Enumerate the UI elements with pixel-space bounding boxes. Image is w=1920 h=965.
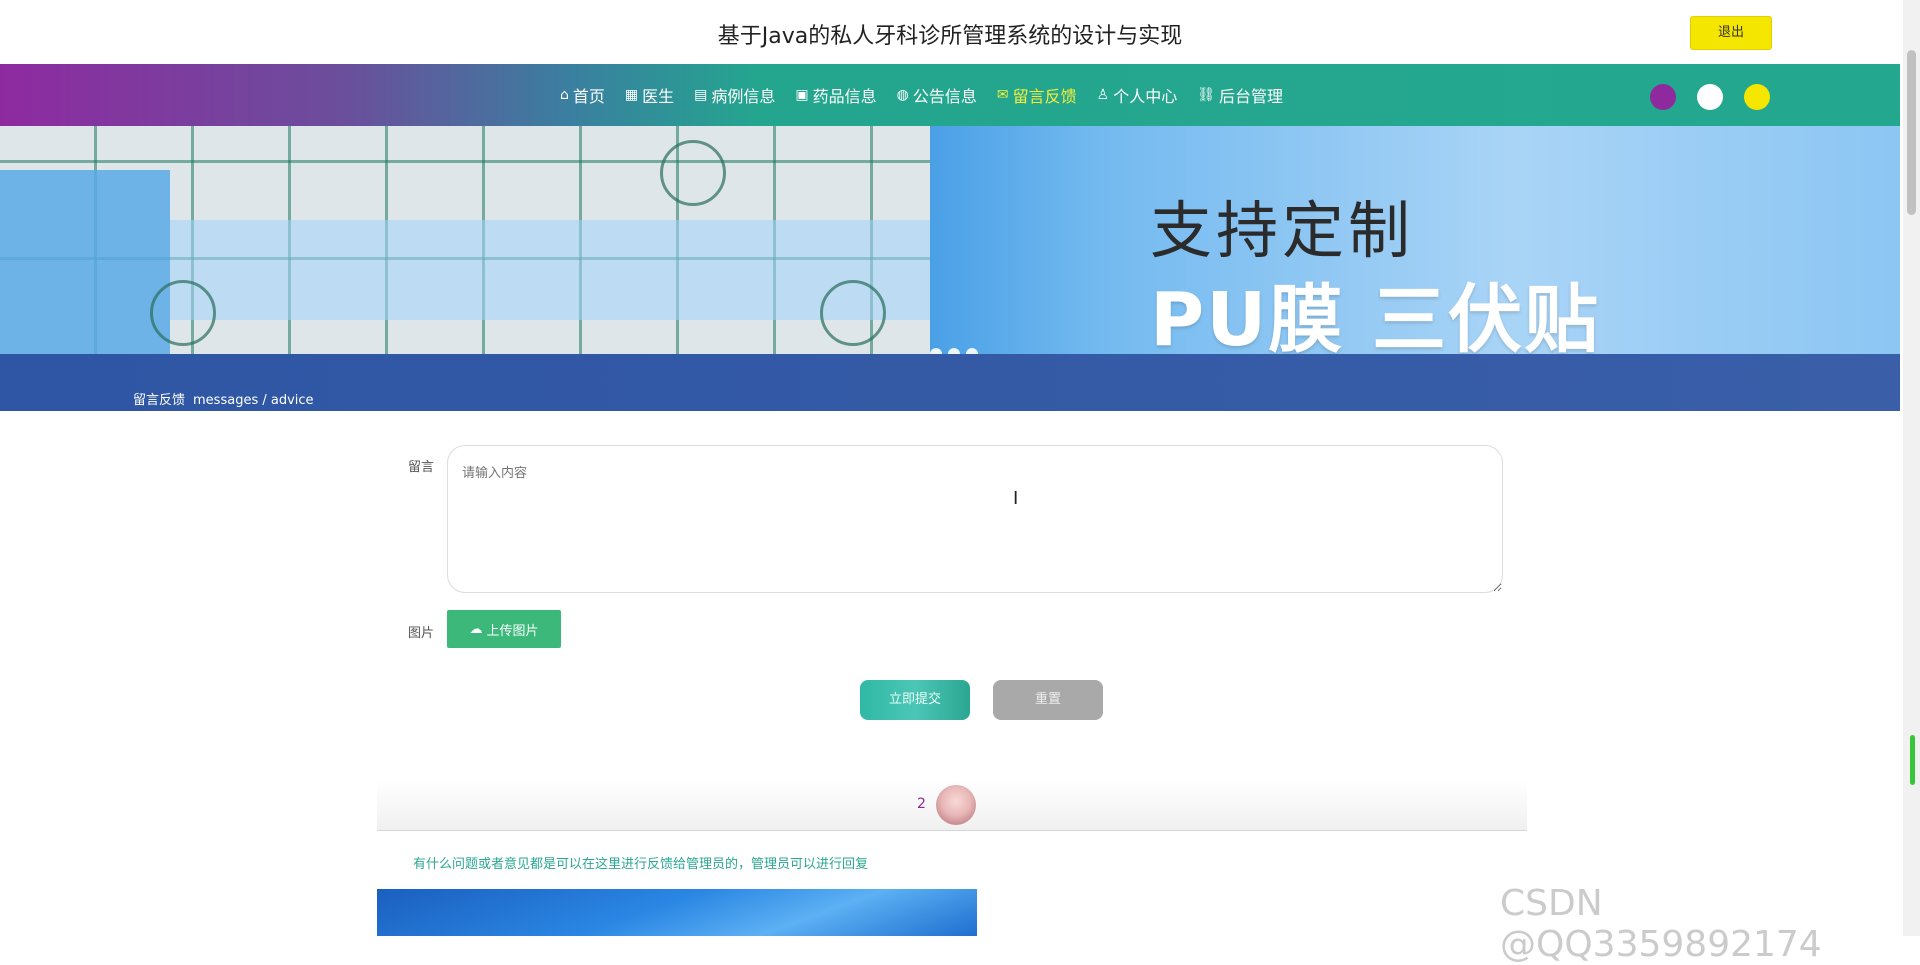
cloud-upload-icon: ☁ <box>469 621 483 637</box>
theme-white-swatch[interactable] <box>1697 84 1723 110</box>
main-nav: ⌂ 首页 ▦ 医生 ▤ 病例信息 ▣ 药品信息 ◍ 公告信息 ✉ 留言反馈 ♙ 个人中心 ⛓ 后台管理 <box>0 64 1900 126</box>
nav-item[interactable]: ⌂ 首页 <box>560 83 605 107</box>
message-image <box>377 889 977 936</box>
logout-button[interactable]: 退出 <box>1690 16 1772 50</box>
top-header: 基于Java的私人牙科诊所管理系统的设计与实现 退出 <box>0 0 1900 64</box>
text-cursor-icon: I <box>1013 488 1019 509</box>
nav-item-label: 留言反馈 <box>1012 87 1077 106</box>
reset-button[interactable]: 重置 <box>993 680 1103 720</box>
banner-subheadline: PU膜 三伏贴 <box>1150 277 1601 354</box>
submit-button[interactable]: 立即提交 <box>860 680 970 720</box>
reuse-circle-icon <box>150 280 216 346</box>
page-scrollbar[interactable] <box>1903 0 1920 936</box>
user-icon: ♙ <box>1096 87 1110 103</box>
mail-icon: ✉ <box>996 87 1009 103</box>
nav-item[interactable]: ♙ 个人中心 <box>1097 83 1178 107</box>
nav-item-label: 首页 <box>572 87 605 106</box>
link-icon: ⛓ <box>1197 87 1215 103</box>
nav-item[interactable]: ✉ 留言反馈 <box>997 83 1077 107</box>
book-icon: ▤ <box>694 87 708 103</box>
avatar <box>936 785 976 825</box>
image-label: 图片 <box>408 626 435 641</box>
reuse-circle-icon <box>660 140 726 206</box>
message-label: 留言 <box>408 460 435 475</box>
message-username: 2 <box>917 796 926 812</box>
banner-edge <box>0 170 170 354</box>
gift-icon: ▣ <box>795 87 809 103</box>
breadcrumb-bar: 留言反馈 messages / advice <box>0 354 1900 411</box>
nav-item[interactable]: ⛓ 后台管理 <box>1197 83 1283 107</box>
scroll-indicator <box>1910 735 1915 785</box>
banner-film-overlay <box>170 220 930 320</box>
site-title: 基于Java的私人牙科诊所管理系统的设计与实现 <box>717 24 1183 49</box>
scrollbar-thumb[interactable] <box>1907 50 1916 215</box>
nav-item-label: 病例信息 <box>711 87 776 106</box>
breadcrumb: 留言反馈 messages / advice <box>133 389 314 408</box>
nav-item-label: 医生 <box>642 87 675 106</box>
doctor-icon: ▦ <box>624 87 639 103</box>
message-textarea[interactable] <box>447 445 1503 593</box>
nav-item-label: 药品信息 <box>812 87 877 106</box>
nav-item-label: 公告信息 <box>912 87 977 106</box>
message-content: 有什么问题或者意见都是可以在这里进行反馈给管理员的，管理员可以进行回复 <box>413 857 869 872</box>
theme-purple-swatch[interactable] <box>1650 84 1676 110</box>
breadcrumb-en: messages / advice <box>193 393 314 408</box>
nav-items: ⌂ 首页 ▦ 医生 ▤ 病例信息 ▣ 药品信息 ◍ 公告信息 ✉ 留言反馈 ♙ 个人中心 ⛓ 后台管理 <box>560 64 1303 126</box>
globe-icon: ◍ <box>896 87 909 103</box>
watermark: CSDN @QQ3359892174 <box>1500 883 1822 965</box>
home-icon: ⌂ <box>560 87 569 103</box>
breadcrumb-cn: 留言反馈 <box>133 393 186 408</box>
nav-item-label: 个人中心 <box>1113 87 1178 106</box>
banner-carousel[interactable]: 支持定制 PU膜 三伏贴 <box>0 100 1900 354</box>
upload-image-button[interactable]: ☁ 上传图片 <box>447 610 561 648</box>
banner-headline: 支持定制 <box>1150 194 1415 267</box>
nav-item[interactable]: ◍ 公告信息 <box>897 83 977 107</box>
reuse-circle-icon <box>820 280 886 346</box>
nav-item[interactable]: ▦ 医生 <box>625 83 674 107</box>
nav-item[interactable]: ▣ 药品信息 <box>795 83 876 107</box>
nav-item-label: 后台管理 <box>1219 87 1284 106</box>
upload-label: 上传图片 <box>486 623 539 639</box>
theme-switcher <box>1650 84 1791 110</box>
theme-yellow-swatch[interactable] <box>1744 84 1770 110</box>
nav-item[interactable]: ▤ 病例信息 <box>694 83 775 107</box>
